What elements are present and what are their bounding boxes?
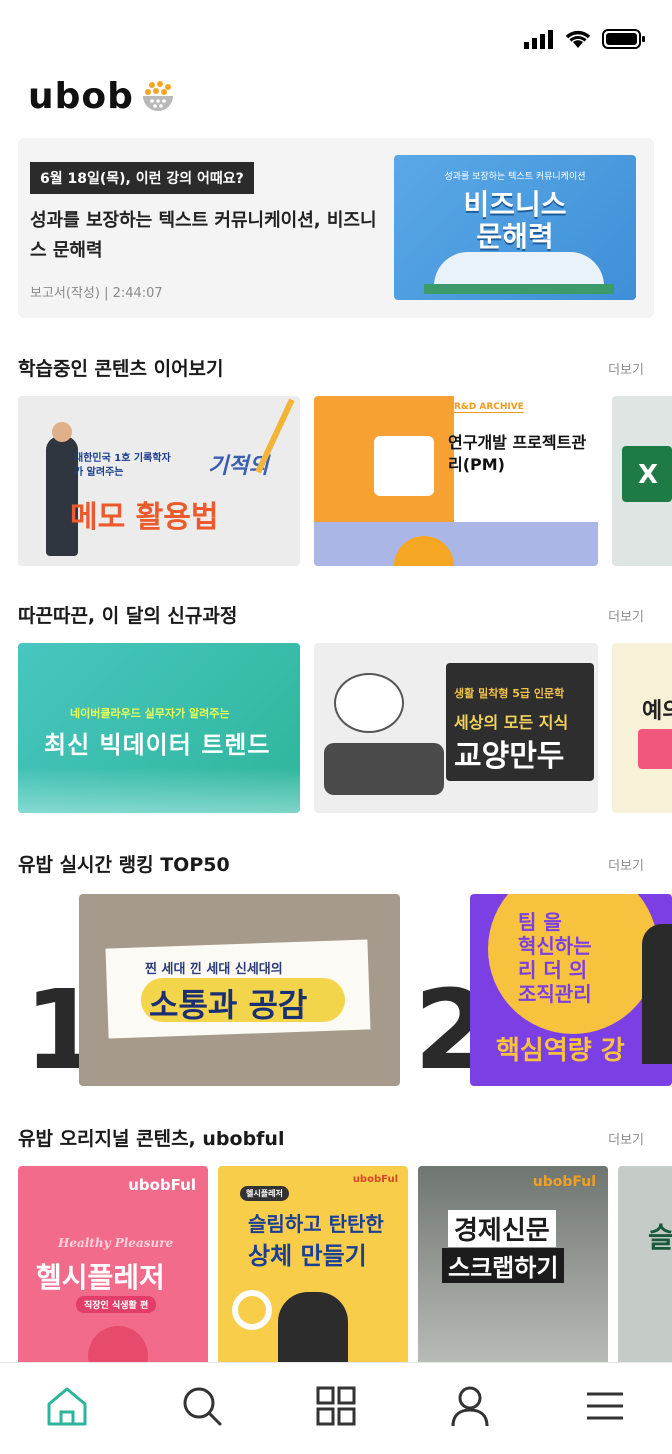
featured-meta: 보고서(작성) | 2:44:07 xyxy=(30,286,163,301)
original-card[interactable]: ubobFul Healthy Pleasure 헬시플레저 직장인 식생활 편 xyxy=(18,1166,208,1366)
featured-course-card[interactable]: 6월 18일(목), 이런 강의 어때요? 성과를 보장하는 텍스트 커뮤니케이… xyxy=(18,138,654,318)
card-brand: ubobFul xyxy=(532,1174,596,1190)
card-title: 연구개발 프로젝트관리(PM) xyxy=(448,433,587,474)
nav-home[interactable] xyxy=(37,1376,97,1436)
card-title: 예의 바 xyxy=(642,699,672,724)
card-title: 소통과 공감 xyxy=(149,986,308,1024)
date-badge: 6월 18일(목), 이런 강의 어때요? xyxy=(30,162,254,194)
new-carousel[interactable]: 네이버클라우드 실무자가 알려주는 최신 빅데이터 트렌드 생활 밀착형 5급 … xyxy=(18,643,672,813)
card-brand: ubobFul xyxy=(128,1176,196,1194)
thumbnail-subtitle: 성과를 보장하는 텍스트 커뮤니케이션 xyxy=(444,172,586,182)
wifi-icon xyxy=(565,30,591,48)
thumbnail-title: 비즈니스 문해력 xyxy=(463,188,567,253)
more-link-ranking[interactable]: 더보기 xyxy=(608,855,644,874)
course-card[interactable]: 예의 바 xyxy=(612,643,672,813)
card-title: 헬시플레저 xyxy=(36,1261,165,1294)
section-title-originals: 유밥 오리지널 콘텐츠, ubobful xyxy=(18,1128,285,1150)
card-title: 세상의 모든 지식 xyxy=(454,713,569,732)
card-subtitle: 네이버클라우드 실무자가 알려주는 xyxy=(70,707,230,720)
search-icon xyxy=(183,1387,222,1425)
card-title: 슬림하고 탄탄한 xyxy=(248,1212,384,1236)
more-link-continue[interactable]: 더보기 xyxy=(608,359,644,378)
nav-search[interactable] xyxy=(172,1376,232,1436)
card-subtitle: 생활 밀착형 5급 인문학 xyxy=(454,687,565,700)
section-title-continue: 학습중인 콘텐츠 이어보기 xyxy=(18,358,224,380)
card-subtitle: 대한민국 1호 기록학자가 알려주는 xyxy=(74,453,171,478)
card-tag: 헬시플레저 xyxy=(240,1186,289,1201)
logo-text: ubob xyxy=(28,76,134,117)
original-card[interactable]: ubobFul 헬시플레저 슬림하고 탄탄한 상체 만들기 xyxy=(218,1166,408,1366)
original-card[interactable]: ubobFul 경제신문 스크랩하기 xyxy=(418,1166,608,1366)
course-card[interactable]: 생활 밀착형 5급 인문학 세상의 모든 지식 교양만두 xyxy=(314,643,598,813)
bottom-navigation xyxy=(0,1362,672,1454)
featured-thumbnail: 성과를 보장하는 텍스트 커뮤니케이션 비즈니스 문해력 xyxy=(394,155,636,300)
course-card[interactable]: R&D ARCHIVE 연구개발 프로젝트관리(PM) xyxy=(314,396,598,566)
section-title-new: 따끈따끈, 이 달의 신규과정 xyxy=(18,605,238,627)
card-subtitle: 직장인 식생활 편 xyxy=(76,1296,157,1313)
section-title-ranking: 유밥 실시간 랭킹 TOP50 xyxy=(18,854,230,876)
profile-icon xyxy=(451,1386,489,1426)
card-title-lines: 팀 을 혁신하는 리 더 의 조직관리 xyxy=(518,910,592,1006)
card-brand: ubobFul xyxy=(352,1174,398,1185)
more-link-originals[interactable]: 더보기 xyxy=(608,1129,644,1148)
category-icon xyxy=(316,1386,356,1425)
menu-icon xyxy=(586,1392,623,1419)
course-card[interactable]: 대한민국 1호 기록학자가 알려주는 기적의 메모 활용법 xyxy=(18,396,300,566)
card-subtitle: 찐 세대 낀 세대 신세대의 xyxy=(145,962,283,977)
more-link-new[interactable]: 더보기 xyxy=(608,606,644,625)
card-title-main: 교양만두 xyxy=(454,739,565,774)
brand-logo[interactable]: ubob xyxy=(28,76,176,117)
rice-bowl-icon xyxy=(142,80,173,111)
course-card[interactable]: X xyxy=(612,396,672,566)
card-title-main: 스크랩하기 xyxy=(442,1248,565,1283)
course-card[interactable]: 네이버클라우드 실무자가 알려주는 최신 빅데이터 트렌드 xyxy=(18,643,300,813)
nav-profile[interactable] xyxy=(440,1376,500,1436)
card-title: 경제신문 xyxy=(448,1210,556,1247)
battery-icon xyxy=(602,29,645,49)
signal-icon xyxy=(524,30,553,49)
card-title: 슬 xyxy=(648,1221,672,1254)
original-card[interactable]: 슬 xyxy=(618,1166,672,1366)
status-bar xyxy=(0,0,672,70)
card-title-main: 상체 만들기 xyxy=(248,1242,367,1270)
card-script: Healthy Pleasure xyxy=(58,1236,174,1250)
featured-title: 성과를 보장하는 텍스트 커뮤니케이션, 비즈니스 문해력 xyxy=(30,210,377,261)
nav-category[interactable] xyxy=(306,1376,366,1436)
originals-carousel[interactable]: ubobFul Healthy Pleasure 헬시플레저 직장인 식생활 편… xyxy=(18,1166,672,1366)
nav-menu[interactable] xyxy=(575,1376,635,1436)
continue-carousel[interactable]: 대한민국 1호 기록학자가 알려주는 기적의 메모 활용법 R&D ARCHIV… xyxy=(18,396,672,566)
card-title: 최신 빅데이터 트렌드 xyxy=(44,731,271,759)
card-title: 핵심역량 강 xyxy=(496,1036,625,1066)
home-icon xyxy=(47,1387,87,1425)
card-tag: R&D ARCHIVE xyxy=(454,402,524,413)
ranking-card[interactable]: 팀 을 혁신하는 리 더 의 조직관리 핵심역량 강 xyxy=(470,894,672,1086)
ranking-card[interactable]: 찐 세대 낀 세대 신세대의 소통과 공감 xyxy=(79,894,400,1086)
card-title: 메모 활용법 xyxy=(70,500,219,535)
card-title: X xyxy=(638,460,659,490)
